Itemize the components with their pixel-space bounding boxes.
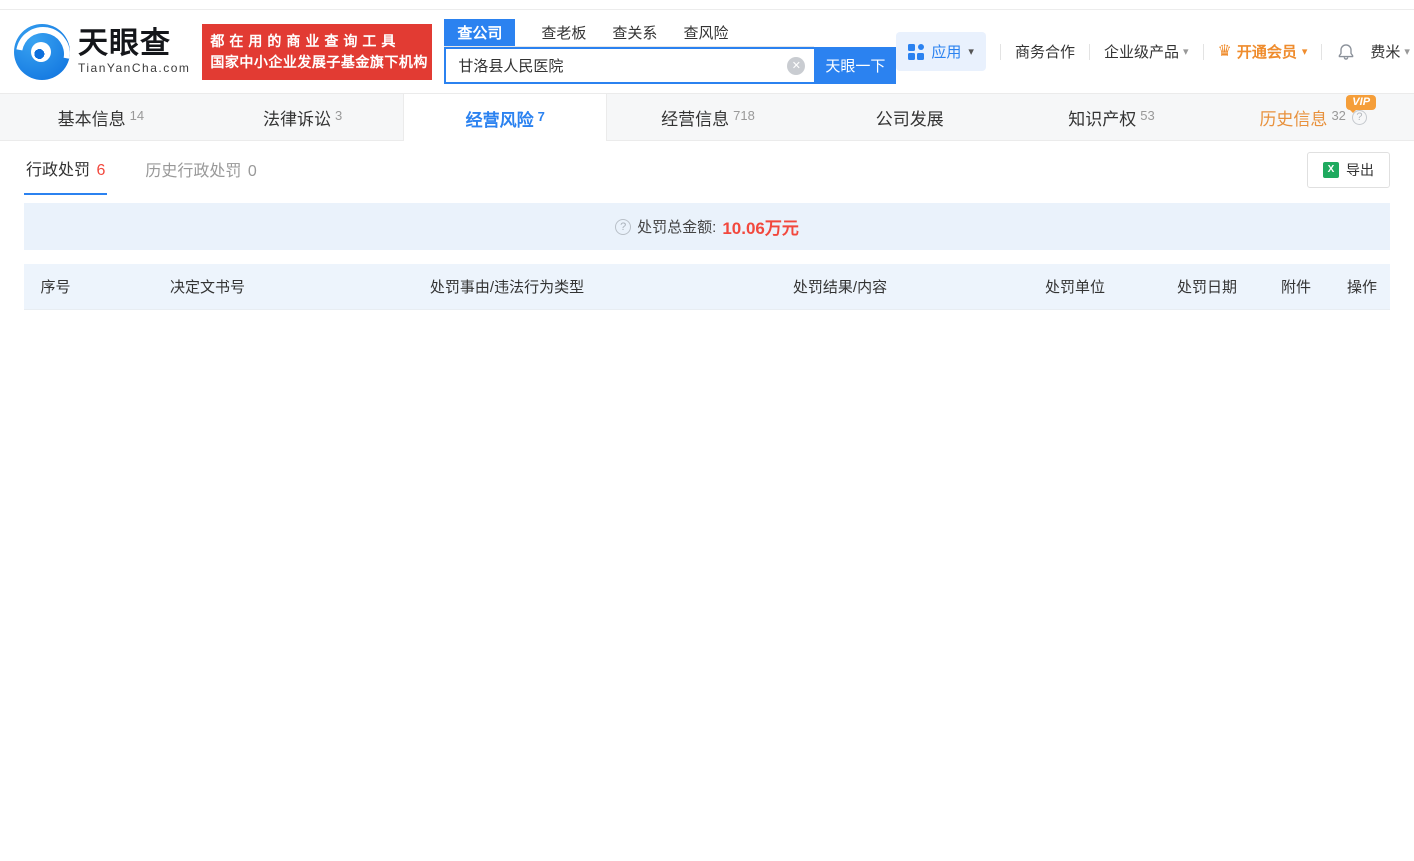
column-header-1: 决定文书号 (87, 264, 328, 309)
penalty-total-banner: ? 处罚总金额: 10.06万元 (24, 203, 1390, 250)
chevron-down-icon: ▾ (1183, 45, 1189, 58)
question-circle-icon[interactable]: ? (615, 219, 631, 235)
apps-menu-button[interactable]: 应用 ▾ (896, 32, 986, 71)
tab-count: 7 (538, 109, 545, 124)
tab-count: 3 (335, 108, 342, 123)
apps-label: 应用 (931, 41, 961, 62)
table-body (24, 309, 1390, 310)
table-header: 序号决定文书号处罚事由/违法行为类型处罚结果/内容处罚单位处罚日期附件操作 (24, 264, 1390, 309)
nav-item-cooperation[interactable]: 商务合作 (1015, 41, 1075, 62)
tab-count: 32 (1331, 108, 1345, 123)
subtab-historical-penalties[interactable]: 历史行政处罚 0 (143, 142, 258, 194)
chevron-down-icon: ▾ (1404, 45, 1410, 58)
nav-divider (1089, 44, 1090, 60)
search-tabs: 查公司查老板查关系查风险 (444, 20, 814, 47)
subtab-count: 0 (248, 163, 257, 180)
chevron-down-icon: ▾ (968, 45, 974, 58)
vip-label: 开通会员 (1237, 41, 1297, 62)
notifications-button[interactable] (1336, 42, 1356, 62)
penalty-total-amount: 10.06万元 (722, 214, 799, 239)
column-header-7: 操作 (1334, 264, 1390, 309)
nav-divider (1000, 44, 1001, 60)
search-tab-0[interactable]: 查公司 (444, 19, 515, 46)
slogan-line1: 都在用的商业查询工具 (210, 31, 424, 52)
tab-count: 53 (1140, 108, 1154, 123)
penalty-table: 序号决定文书号处罚事由/违法行为类型处罚结果/内容处罚单位处罚日期附件操作 (24, 264, 1390, 310)
search-tab-2[interactable]: 查关系 (612, 19, 657, 46)
tab-5[interactable]: 知识产权 53 (1011, 94, 1213, 140)
search-tab-1[interactable]: 查老板 (541, 19, 586, 46)
search-button[interactable]: 天眼一下 (814, 47, 896, 84)
subtab-label: 行政处罚 (26, 162, 90, 179)
tab-label: 经营风险 (466, 106, 534, 131)
subtab-bar: 行政处罚 6 历史行政处罚 0 X 导出 (0, 141, 1414, 195)
brand-domain: TianYanCha.com (78, 62, 190, 75)
tab-label: 经营信息 (661, 105, 729, 130)
nav-divider (1321, 44, 1322, 60)
tab-count: 14 (130, 108, 144, 123)
search-input[interactable] (444, 47, 814, 84)
column-header-3: 处罚结果/内容 (686, 264, 994, 309)
excel-icon: X (1323, 162, 1339, 178)
column-header-4: 处罚单位 (994, 264, 1156, 309)
column-header-2: 处罚事由/违法行为类型 (328, 264, 686, 309)
tab-1[interactable]: 法律诉讼 3 (202, 94, 404, 140)
export-button[interactable]: X 导出 (1307, 152, 1390, 188)
tab-6[interactable]: 历史信息32?VIP (1212, 94, 1414, 140)
bell-icon (1336, 42, 1356, 62)
tab-count: 718 (733, 108, 755, 123)
export-label: 导出 (1346, 160, 1374, 180)
top-divider (0, 0, 1414, 10)
column-header-5: 处罚日期 (1156, 264, 1258, 309)
apps-grid-icon (908, 44, 924, 60)
tab-label: 历史信息 (1259, 105, 1327, 130)
tab-label: 公司发展 (876, 105, 944, 130)
brand-name: 天眼查 (78, 28, 190, 60)
subtab-administrative-penalties[interactable]: 行政处罚 6 (24, 141, 107, 195)
column-header-0: 序号 (24, 264, 87, 309)
clear-search-icon[interactable]: ✕ (787, 57, 805, 75)
username: 费米 (1370, 41, 1400, 62)
tab-4[interactable]: 公司发展 (809, 94, 1011, 140)
nav-item-enterprise[interactable]: 企业级产品 ▾ (1104, 41, 1189, 62)
open-vip-button[interactable]: ♛ 开通会员 ▾ (1218, 41, 1308, 62)
search-area: 查公司查老板查关系查风险 ✕ 天眼一下 (444, 20, 896, 84)
search-tab-3[interactable]: 查风险 (683, 19, 728, 46)
tab-label: 知识产权 (1068, 105, 1136, 130)
user-menu[interactable]: 费米 ▾ (1370, 41, 1410, 62)
subtab-label: 历史行政处罚 (145, 163, 241, 180)
enterprise-label: 企业级产品 (1104, 41, 1179, 62)
tianyancha-logo-icon (14, 24, 70, 80)
slogan-banner: 都在用的商业查询工具 国家中小企业发展子基金旗下机构 (202, 24, 432, 80)
chevron-down-icon: ▾ (1302, 45, 1308, 58)
nav-divider (1203, 44, 1204, 60)
header-nav: 应用 ▾ 商务合作 企业级产品 ▾ ♛ 开通会员 ▾ 费米 ▾ (896, 32, 1410, 71)
penalty-total-label: 处罚总金额: (637, 216, 716, 237)
slogan-line2: 国家中小企业发展子基金旗下机构 (210, 52, 424, 73)
tab-label: 法律诉讼 (263, 105, 331, 130)
header: 天眼查 TianYanCha.com 都在用的商业查询工具 国家中小企业发展子基… (0, 10, 1414, 93)
vip-badge: VIP (1346, 95, 1376, 110)
tab-3[interactable]: 经营信息 718 (607, 94, 809, 140)
section-tabbar: 基本信息14法律诉讼3经营风险7经营信息718公司发展知识产权53历史信息32?… (0, 93, 1414, 141)
column-header-6: 附件 (1258, 264, 1334, 309)
tianyancha-logo[interactable]: 天眼查 TianYanCha.com (14, 24, 190, 80)
crown-icon: ♛ (1218, 44, 1232, 60)
tab-0[interactable]: 基本信息 14 (0, 94, 202, 140)
tab-label: 基本信息 (58, 105, 126, 130)
subtab-count: 6 (96, 162, 105, 179)
tab-2[interactable]: 经营风险 7 (403, 94, 607, 143)
